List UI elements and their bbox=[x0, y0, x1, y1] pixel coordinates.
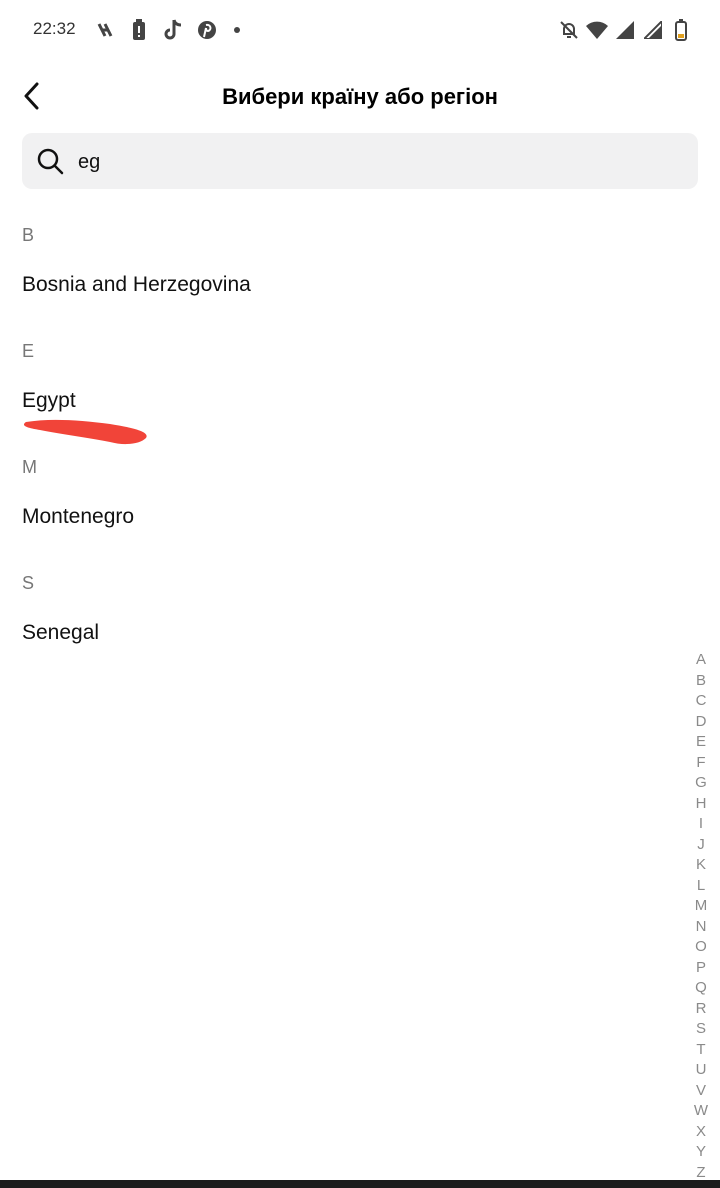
header: Вибери країну або регіон bbox=[0, 60, 720, 132]
pinterest-icon bbox=[196, 18, 218, 42]
alphabet-index-letter-u[interactable]: U bbox=[686, 1060, 716, 1081]
alphabet-index-letter-b[interactable]: B bbox=[686, 671, 716, 692]
status-bar: 22:32 bbox=[0, 0, 720, 60]
alphabet-index-letter-p[interactable]: P bbox=[686, 958, 716, 979]
country-item-montenegro[interactable]: Montenegro bbox=[22, 505, 134, 529]
alphabet-index-letter-l[interactable]: L bbox=[686, 876, 716, 897]
alphabet-index-letter-d[interactable]: D bbox=[686, 712, 716, 733]
battery-low-icon bbox=[670, 18, 692, 42]
page-title: Вибери країну або регіон bbox=[222, 84, 498, 109]
alphabet-index[interactable]: ABCDEFGHIJKLMNOPQRSTUVWXYZ bbox=[686, 650, 716, 1183]
status-left-icons bbox=[94, 18, 240, 42]
alphabet-index-letter-t[interactable]: T bbox=[686, 1040, 716, 1061]
alphabet-index-letter-j[interactable]: J bbox=[686, 835, 716, 856]
search-bar[interactable] bbox=[22, 133, 698, 189]
signal-icon-2 bbox=[642, 18, 664, 42]
app-notification-icon bbox=[94, 18, 116, 42]
section-letter-s: S bbox=[22, 573, 35, 593]
alphabet-index-letter-f[interactable]: F bbox=[686, 753, 716, 774]
alphabet-index-letter-o[interactable]: O bbox=[686, 937, 716, 958]
alphabet-index-letter-a[interactable]: A bbox=[686, 650, 716, 671]
section-letter-e: E bbox=[22, 341, 35, 361]
alphabet-index-letter-i[interactable]: I bbox=[686, 814, 716, 835]
bottom-edge bbox=[0, 1180, 720, 1188]
alphabet-index-letter-y[interactable]: Y bbox=[686, 1142, 716, 1163]
alphabet-index-letter-q[interactable]: Q bbox=[686, 978, 716, 999]
bell-off-icon bbox=[558, 18, 580, 42]
section-letter-m: M bbox=[22, 457, 37, 477]
alphabet-index-letter-w[interactable]: W bbox=[686, 1101, 716, 1122]
alphabet-index-letter-v[interactable]: V bbox=[686, 1081, 716, 1102]
tiktok-icon bbox=[162, 18, 184, 42]
alphabet-index-letter-n[interactable]: N bbox=[686, 917, 716, 938]
red-annotation-mark bbox=[23, 419, 147, 445]
wifi-icon bbox=[586, 18, 608, 42]
status-time: 22:32 bbox=[33, 19, 76, 38]
alphabet-index-letter-e[interactable]: E bbox=[686, 732, 716, 753]
country-item-bosnia[interactable]: Bosnia and Herzegovina bbox=[22, 273, 251, 297]
alphabet-index-letter-k[interactable]: K bbox=[686, 855, 716, 876]
alphabet-index-letter-c[interactable]: C bbox=[686, 691, 716, 712]
more-dot-icon bbox=[234, 27, 240, 33]
alphabet-index-letter-m[interactable]: M bbox=[686, 896, 716, 917]
battery-alert-icon bbox=[128, 18, 150, 42]
signal-icon bbox=[614, 18, 636, 42]
alphabet-index-letter-x[interactable]: X bbox=[686, 1122, 716, 1143]
search-input[interactable] bbox=[76, 141, 680, 183]
alphabet-index-letter-r[interactable]: R bbox=[686, 999, 716, 1020]
alphabet-index-letter-s[interactable]: S bbox=[686, 1019, 716, 1040]
country-item-egypt[interactable]: Egypt bbox=[22, 389, 76, 413]
country-item-senegal[interactable]: Senegal bbox=[22, 621, 99, 645]
status-right-icons bbox=[558, 18, 692, 42]
alphabet-index-letter-h[interactable]: H bbox=[686, 794, 716, 815]
alphabet-index-letter-g[interactable]: G bbox=[686, 773, 716, 794]
search-icon bbox=[37, 148, 64, 175]
section-letter-b: B bbox=[22, 225, 35, 245]
